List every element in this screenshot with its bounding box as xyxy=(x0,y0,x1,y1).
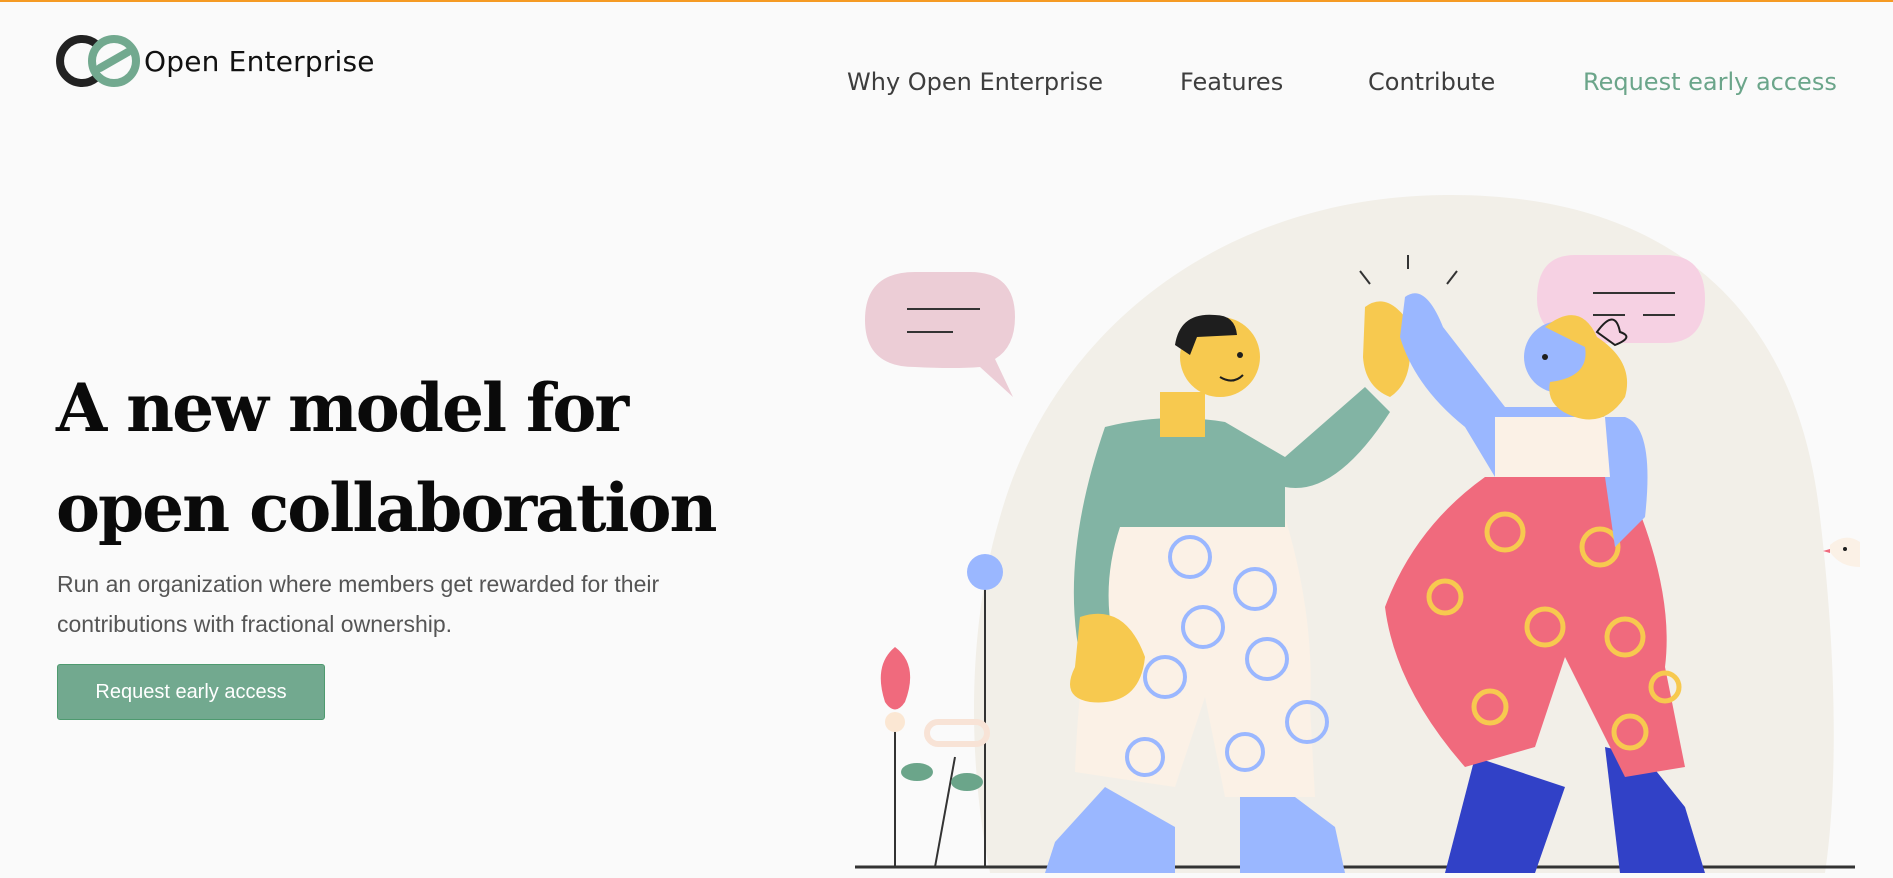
hero-title-line-1: A new model for xyxy=(56,369,629,447)
oe-logo-icon xyxy=(56,35,140,87)
nav-features[interactable]: Features xyxy=(1180,68,1283,96)
hero-subtitle: Run an organization where members get re… xyxy=(57,571,660,637)
hero-title-line-2: open collaboration xyxy=(56,469,718,547)
request-early-access-button[interactable]: Request early access xyxy=(57,664,325,720)
nav-why-open-enterprise[interactable]: Why Open Enterprise xyxy=(847,68,1103,96)
brand-name: Open Enterprise xyxy=(144,44,375,78)
brand-logo[interactable]: Open Enterprise xyxy=(56,34,375,88)
speech-bubble-left-icon xyxy=(865,272,1015,397)
bird-icon xyxy=(1823,537,1860,567)
nav-request-early-access[interactable]: Request early access xyxy=(1583,68,1837,96)
hero-title: A new model for open collaboration xyxy=(56,358,816,558)
plant-left-icon xyxy=(880,647,911,867)
nav-contribute[interactable]: Contribute xyxy=(1368,68,1495,96)
high-five-illustration xyxy=(855,194,1860,873)
